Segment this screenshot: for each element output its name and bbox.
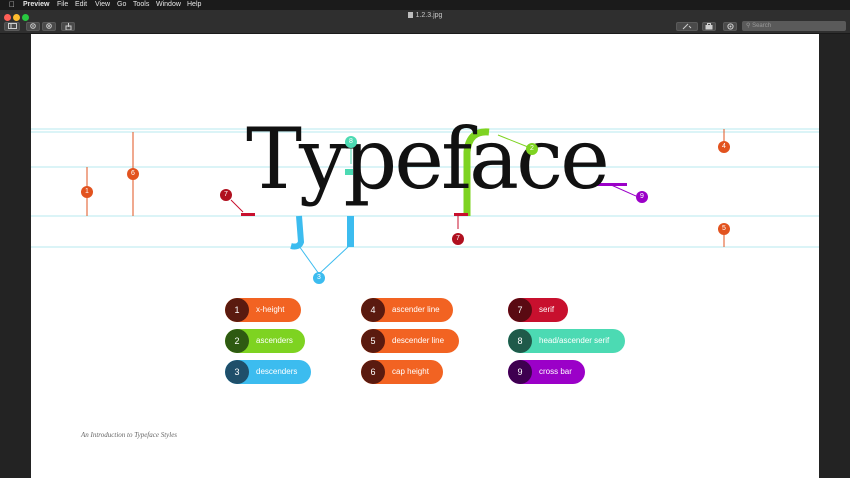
callout-descender-line: 5 bbox=[718, 223, 730, 235]
share-button[interactable] bbox=[61, 22, 75, 31]
legend-head-ascender-serif: 8 head/ascender serif bbox=[508, 329, 625, 353]
document-icon bbox=[407, 12, 413, 18]
menu-file[interactable]: File bbox=[57, 0, 68, 10]
sidebar-toggle-button[interactable] bbox=[4, 22, 20, 31]
zoom-out-button[interactable] bbox=[26, 22, 40, 31]
legend-descenders: 3 descenders bbox=[225, 360, 311, 384]
document-canvas: Typeface 1 6 7 8 2 4 9 7 5 3 1 x-height … bbox=[31, 34, 819, 478]
share-icon bbox=[65, 23, 71, 31]
window-toolbar: 1.2.3.jpg ⚲ Search bbox=[0, 10, 850, 34]
rotate-icon bbox=[726, 23, 734, 30]
callout-ascender: 2 bbox=[526, 143, 538, 155]
legend-ascenders: 2 ascenders bbox=[225, 329, 305, 353]
markup-button[interactable] bbox=[676, 22, 698, 31]
menu-window[interactable]: Window bbox=[156, 0, 181, 10]
menu-view[interactable]: View bbox=[95, 0, 110, 10]
callout-serif-left: 7 bbox=[220, 189, 232, 201]
p-descender-highlight bbox=[347, 216, 354, 247]
menu-tools[interactable]: Tools bbox=[133, 0, 149, 10]
legend-ascender-line: 4 ascender line bbox=[361, 298, 453, 322]
menu-help[interactable]: Help bbox=[187, 0, 201, 10]
markup-pen-icon bbox=[682, 23, 692, 30]
rotate-button[interactable] bbox=[723, 22, 737, 31]
callout-x-height: 1 bbox=[81, 186, 93, 198]
menu-edit[interactable]: Edit bbox=[75, 0, 87, 10]
f-serif-highlight bbox=[454, 213, 468, 216]
briefcase-button[interactable] bbox=[702, 22, 716, 31]
legend-cap-height: 6 cap height bbox=[361, 360, 443, 384]
zoom-in-button[interactable] bbox=[42, 22, 56, 31]
typeface-specimen: Typeface bbox=[246, 110, 610, 208]
search-field[interactable]: ⚲ Search bbox=[742, 21, 846, 31]
serif-pointer-left bbox=[230, 199, 244, 213]
legend-x-height: 1 x-height bbox=[225, 298, 301, 322]
menu-go[interactable]: Go bbox=[117, 0, 126, 10]
callout-cap-height: 6 bbox=[127, 168, 139, 180]
callout-serif-right: 7 bbox=[452, 233, 464, 245]
callout-cross-bar: 9 bbox=[636, 191, 648, 203]
menu-app-name[interactable]: Preview bbox=[23, 0, 49, 10]
descender-pointer-left bbox=[298, 245, 320, 275]
sidebar-toggle-icon bbox=[7, 23, 17, 29]
apple-menu-icon[interactable]:  bbox=[9, 0, 15, 10]
legend-descender-line: 5 descender line bbox=[361, 329, 459, 353]
t-serif-highlight bbox=[241, 213, 255, 216]
callout-head-serif: 8 bbox=[345, 136, 357, 148]
slide-caption: An Introduction to Typeface Styles bbox=[81, 431, 178, 439]
search-icon: ⚲ bbox=[746, 23, 751, 29]
menu-bar:  Preview File Edit View Go Tools Window… bbox=[0, 0, 850, 10]
zoom-out-icon bbox=[29, 23, 36, 29]
zoom-in-icon bbox=[45, 23, 52, 29]
window-title: 1.2.3.jpg bbox=[0, 12, 850, 19]
typography-guides bbox=[31, 128, 819, 275]
y-descender-highlight bbox=[290, 215, 305, 250]
briefcase-icon bbox=[705, 23, 713, 30]
callout-ascender-line: 4 bbox=[718, 141, 730, 153]
descender-pointer-right bbox=[318, 245, 350, 275]
legend-cross-bar: 9 cross bar bbox=[508, 360, 585, 384]
legend-serif: 7 serif bbox=[508, 298, 568, 322]
callout-descenders: 3 bbox=[313, 272, 325, 284]
search-placeholder: Search bbox=[752, 23, 772, 29]
